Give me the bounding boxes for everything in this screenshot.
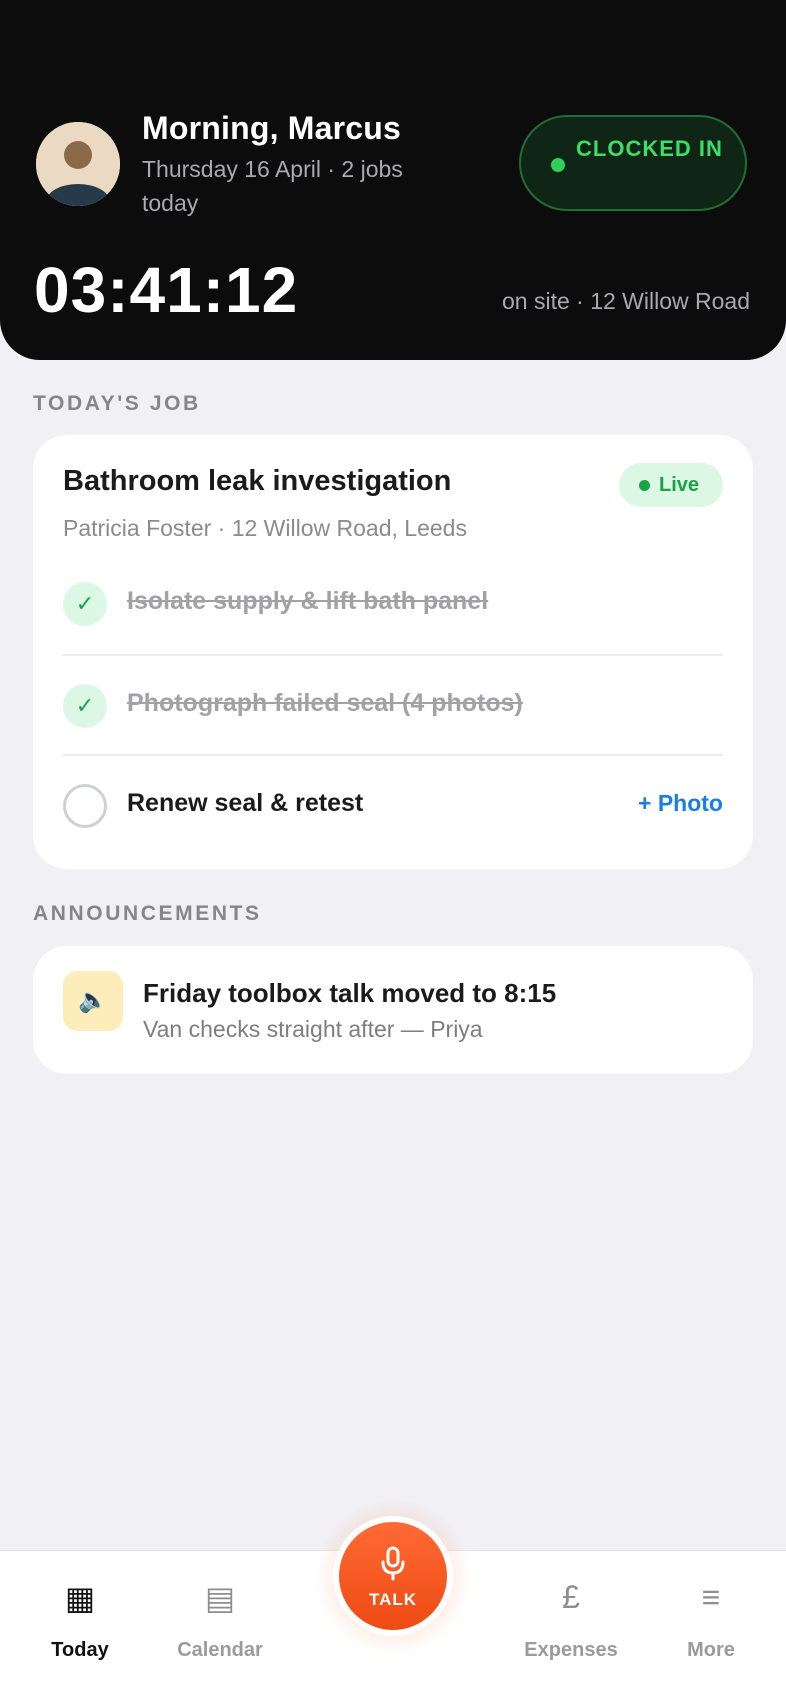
status-badge-label: Live [659,474,700,496]
greeting: Morning, Marcus [142,110,402,146]
status-dot-icon [551,158,565,172]
section-label-todays-job: TODAY'S JOB [33,392,201,415]
tab-expenses[interactable]: £ Expenses [501,1551,641,1705]
task-item[interactable]: ✓ Photograph failed seal (4 photos) [63,654,723,756]
task-label: Isolate supply & lift bath panel [127,587,489,615]
announcement-subtitle: Van checks straight after — Priya [143,1016,483,1042]
task-item[interactable]: Renew seal & retest + Photo [63,754,723,856]
tab-label: Today [51,1639,109,1661]
tab-more[interactable]: ≡ More [641,1551,781,1705]
tab-label: Calendar [177,1639,263,1661]
date-subline: Thursday 16 April · 2 jobs today [142,156,403,216]
shift-timer: 03:41:12 [34,254,299,326]
talk-button[interactable]: TALK [333,1516,453,1636]
task-label: Photograph failed seal (4 photos) [127,689,523,717]
add-photo-button[interactable]: + Photo [638,790,723,817]
job-subtitle: Patricia Foster · 12 Willow Road, Leeds [63,515,467,541]
checkmark-icon[interactable]: ✓ [63,684,107,728]
tab-label: Expenses [524,1639,618,1661]
location-label: on site · 12 Willow Road [502,288,750,314]
task-label: Renew seal & retest [127,789,364,817]
calendar-icon: ▤ [204,1580,236,1616]
section-label-announcements: ANNOUNCEMENTS [33,902,262,925]
tab-today[interactable]: ▦ Today [10,1551,150,1705]
menu-icon: ≡ [701,1579,721,1615]
pound-icon: £ [562,1579,580,1615]
avatar[interactable] [36,122,120,206]
job-card[interactable]: Bathroom leak investigation Live Patrici… [33,435,753,869]
header: Morning, Marcus Thursday 16 April · 2 jo… [0,0,786,360]
talk-button-face[interactable]: TALK [339,1522,447,1630]
grid-icon: ▦ [64,1580,96,1616]
empty-checkbox-icon[interactable] [63,784,107,828]
task-item[interactable]: ✓ Isolate supply & lift bath panel [63,554,723,654]
announcement-card[interactable]: 🔈 Friday toolbox talk moved to 8:15 Van … [33,946,753,1074]
live-dot-icon [639,480,650,491]
clocked-in-button[interactable]: CLOCKED IN [519,115,747,211]
talk-label: TALK [368,1590,418,1609]
announcement-title: Friday toolbox talk moved to 8:15 [143,978,557,1008]
job-title: Bathroom leak investigation [63,465,452,497]
clock-status-label: CLOCKED IN [576,136,723,161]
tab-calendar[interactable]: ▤ Calendar [150,1551,290,1705]
status-badge: Live [619,463,723,507]
tab-label: More [687,1639,735,1661]
speaker-icon: 🔈 [63,971,123,1031]
microphone-icon [381,1546,405,1581]
checkmark-icon[interactable]: ✓ [63,582,107,626]
